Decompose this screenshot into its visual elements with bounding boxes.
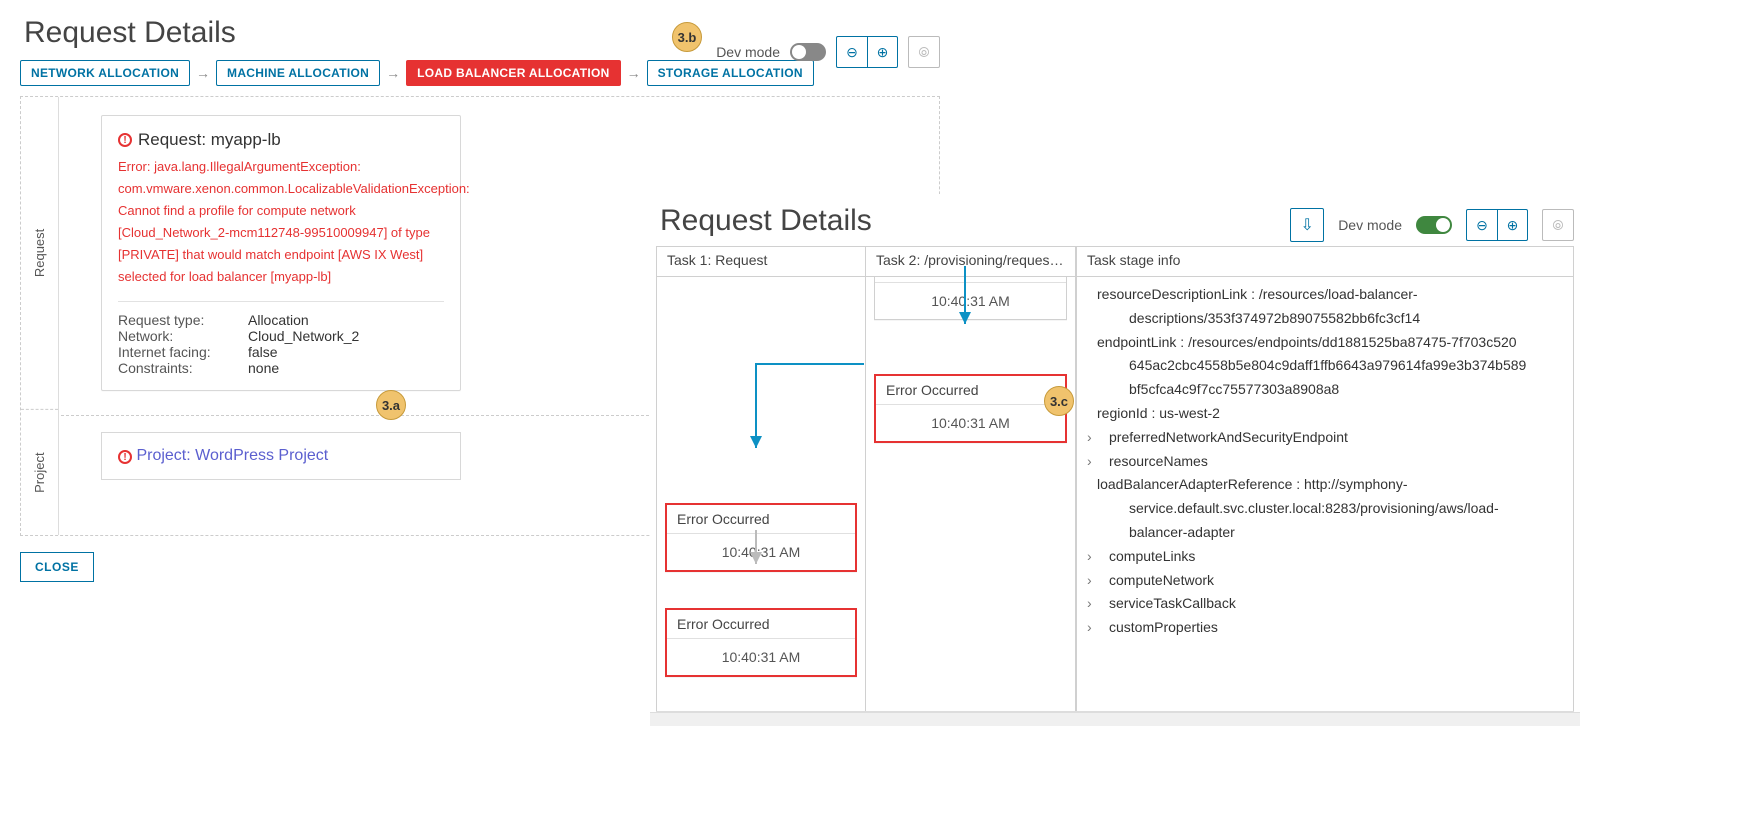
download-icon: ⇩ xyxy=(1300,215,1313,235)
zoom-button-group: ⊖ ⊕ xyxy=(1466,209,1528,241)
download-button[interactable]: ⇩ xyxy=(1290,208,1324,242)
zoom-reset-icon: ⦾ xyxy=(909,37,939,67)
crumb-network[interactable]: NETWORK ALLOCATION xyxy=(20,60,190,86)
project-card: ! Project: WordPress Project xyxy=(101,432,461,480)
crumb-arrow-icon: → xyxy=(194,65,212,81)
zoom-in-icon: ⊕ xyxy=(1498,210,1527,240)
crumb-machine[interactable]: MACHINE ALLOCATION xyxy=(216,60,380,86)
annotation-badge: 3.c xyxy=(1044,386,1074,416)
stage-info-line: regionId : us-west-2 xyxy=(1085,402,1565,426)
caret-icon: › xyxy=(1097,450,1107,474)
stage-info-line: service.default.svc.cluster.local:8283/p… xyxy=(1085,497,1565,521)
zoom-out-button[interactable]: ⊖ xyxy=(837,37,867,67)
caret-icon: › xyxy=(1097,545,1107,569)
stage-info-line[interactable]: ›resourceNames xyxy=(1085,450,1565,474)
caret-icon: › xyxy=(1097,592,1107,616)
stage-info-line: endpointLink : /resources/endpoints/dd18… xyxy=(1085,331,1565,355)
crumb-arrow-icon: → xyxy=(625,65,643,81)
zoom-reset-icon: ⦾ xyxy=(1543,210,1573,240)
annotation-badge: 3.a xyxy=(376,390,406,420)
kv-row: Request type:Allocation xyxy=(118,312,444,328)
side-tab-project[interactable]: Project xyxy=(21,409,58,535)
horizontal-scrollbar[interactable] xyxy=(650,712,1580,726)
flow-error-box[interactable]: Error Occurred 10:40:31 AM xyxy=(665,608,857,677)
zoom-out-button[interactable]: ⊖ xyxy=(1467,210,1497,240)
devmode-label: Dev mode xyxy=(716,44,780,60)
stage-info-line[interactable]: ›customProperties xyxy=(1085,616,1565,640)
side-tab-request[interactable]: Request xyxy=(21,97,58,409)
task1-header: Task 1: Request xyxy=(657,247,865,277)
zoom-in-icon: ⊕ xyxy=(868,37,897,67)
task2-header: Task 2: /provisioning/requests/l... xyxy=(866,247,1075,277)
devmode-toggle-on[interactable] xyxy=(1416,216,1452,234)
zoom-in-button[interactable]: ⊕ xyxy=(867,37,897,67)
stage-info-line: descriptions/353f374972b89075582bb6fc3cf… xyxy=(1085,307,1565,331)
annotation-badge: 3.b xyxy=(672,22,702,52)
zoom-button-group: ⊖ ⊕ xyxy=(836,36,898,68)
flow-error-box[interactable]: Error Occurred 10:40:31 AM xyxy=(874,374,1067,443)
stage-info-line: 645ac2cbc4558b5e804c9daff1ffb6643a979614… xyxy=(1085,354,1565,378)
stage-info-line[interactable]: ›serviceTaskCallback xyxy=(1085,592,1565,616)
stage-info-line: bf5cfca4c9f7cc75577303a8908a8 xyxy=(1085,378,1565,402)
task1-body[interactable]: Error Occurred 10:40:31 AM Error Occurre… xyxy=(657,277,865,711)
request-details-panel-dev: Request Details ⇩ Dev mode ⊖ ⊕ ⦾ Task 1:… xyxy=(650,194,1580,726)
request-card: ! Request: myapp-lb Error: java.lang.Ill… xyxy=(101,115,461,391)
stage-info-line: balancer-adapter xyxy=(1085,521,1565,545)
stage-info-line[interactable]: ›preferredNetworkAndSecurityEndpoint xyxy=(1085,426,1565,450)
crumb-arrow-icon: → xyxy=(384,65,402,81)
kv-row: Network:Cloud_Network_2 xyxy=(118,328,444,344)
stage-info-line[interactable]: ›computeLinks xyxy=(1085,545,1565,569)
zoom-reset-group: ⦾ xyxy=(908,36,940,68)
error-icon: ! xyxy=(118,450,132,464)
caret-icon: › xyxy=(1097,426,1107,450)
crumb-loadbalancer[interactable]: LOAD BALANCER ALLOCATION xyxy=(406,60,621,86)
stage-info-header: Task stage info xyxy=(1077,247,1573,277)
stage-info-line[interactable]: ›computeNetwork xyxy=(1085,569,1565,593)
devmode-label: Dev mode xyxy=(1338,217,1402,233)
task1-column: Task 1: Request Error Occurred 10:40:31 … xyxy=(656,246,866,711)
request-error-text: Error: java.lang.IllegalArgumentExceptio… xyxy=(118,156,444,289)
zoom-reset-group: ⦾ xyxy=(1542,209,1574,241)
zoom-reset-button[interactable]: ⦾ xyxy=(909,37,939,67)
kv-row: Internet facing:false xyxy=(118,344,444,360)
zoom-out-icon: ⊖ xyxy=(837,37,867,67)
kv-row: Constraints:none xyxy=(118,360,444,376)
zoom-in-button[interactable]: ⊕ xyxy=(1497,210,1527,240)
stage-info-column: Task stage info resourceDescriptionLink … xyxy=(1076,246,1574,711)
stage-info-line: loadBalancerAdapterReference : http://sy… xyxy=(1085,473,1565,497)
devmode-toggle-off[interactable] xyxy=(790,43,826,61)
zoom-reset-button[interactable]: ⦾ xyxy=(1543,210,1573,240)
caret-icon: › xyxy=(1097,616,1107,640)
flow-box[interactable]: 10:40:31 AM xyxy=(874,277,1067,320)
task2-column: Task 2: /provisioning/requests/l... 10:4… xyxy=(866,246,1076,711)
error-icon: ! xyxy=(118,133,132,147)
flow-error-box[interactable]: Error Occurred 10:40:31 AM xyxy=(665,503,857,572)
request-card-heading: Request: myapp-lb xyxy=(138,130,281,150)
project-link[interactable]: Project: WordPress Project xyxy=(136,447,328,464)
task2-body[interactable]: 10:40:31 AM Error Occurred 10:40:31 AM xyxy=(866,277,1075,711)
stage-info-line: resourceDescriptionLink : /resources/loa… xyxy=(1085,283,1565,307)
stage-info-body[interactable]: resourceDescriptionLink : /resources/loa… xyxy=(1077,277,1573,711)
caret-icon: › xyxy=(1097,569,1107,593)
zoom-out-icon: ⊖ xyxy=(1467,210,1497,240)
close-button[interactable]: CLOSE xyxy=(20,552,94,582)
